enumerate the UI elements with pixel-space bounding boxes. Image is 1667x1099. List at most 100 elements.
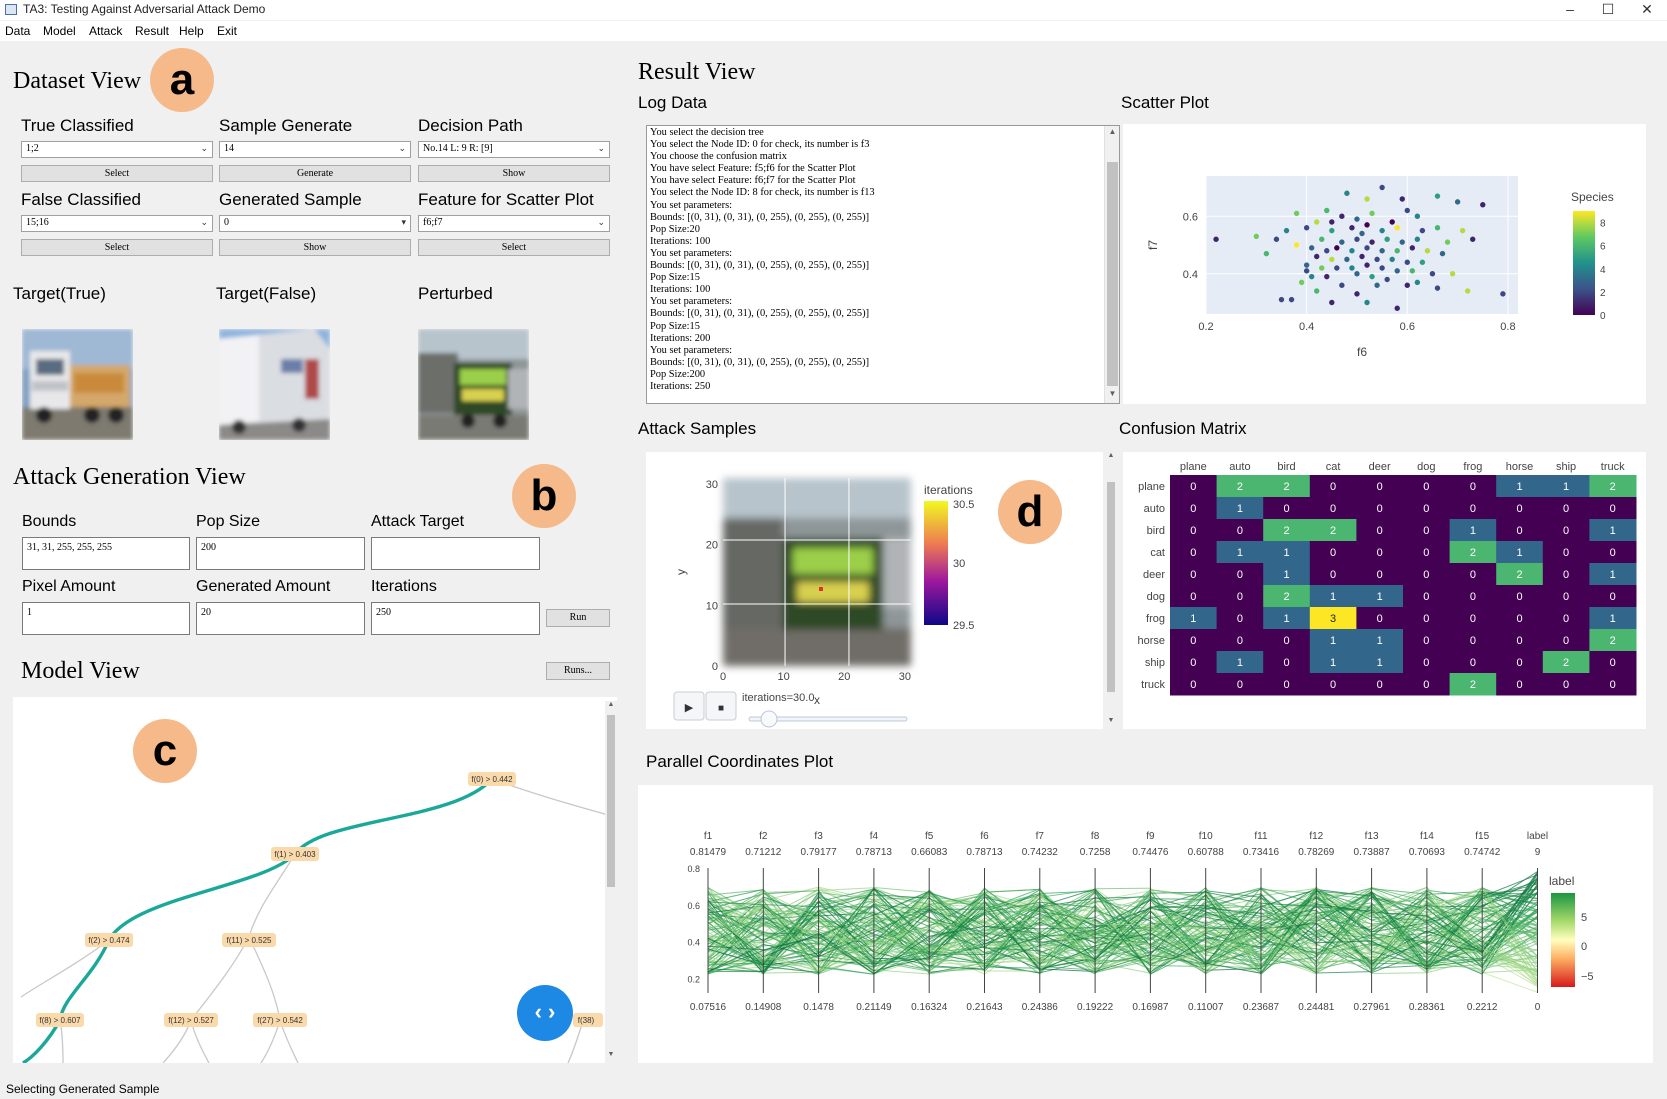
dimension-max: 0.78713 bbox=[856, 847, 893, 858]
scroll-down-icon[interactable]: ▼ bbox=[1105, 389, 1120, 401]
cell-value: 1 bbox=[1610, 613, 1616, 625]
scatter-point bbox=[1349, 265, 1355, 271]
scrollbar-thumb[interactable] bbox=[1107, 482, 1115, 692]
attack-target-label: Attack Target bbox=[371, 513, 465, 530]
scatter-point bbox=[1288, 296, 1295, 303]
cell-value: 0 bbox=[1190, 635, 1196, 647]
attack-target-input[interactable] bbox=[371, 537, 540, 570]
cell-value: 0 bbox=[1237, 591, 1243, 603]
generated-sample-value: 0 bbox=[224, 217, 229, 228]
scatter-point bbox=[1364, 245, 1370, 251]
decision-path-show-button[interactable]: Show bbox=[418, 165, 610, 182]
colorbar bbox=[1551, 893, 1575, 987]
scatter-point bbox=[1354, 271, 1360, 277]
close-icon[interactable]: ✕ bbox=[1627, 0, 1667, 20]
cell-value: 0 bbox=[1377, 613, 1383, 625]
maximize-icon[interactable]: ☐ bbox=[1588, 0, 1628, 20]
dimension-min: 0 bbox=[1535, 1002, 1541, 1013]
scatter-point bbox=[1359, 230, 1365, 237]
run-button[interactable]: Run bbox=[546, 609, 610, 627]
menu-exit[interactable]: Exit bbox=[217, 24, 237, 38]
menu-attack[interactable]: Attack bbox=[89, 24, 122, 38]
sample-generate-combo[interactable]: 14 ⌄ bbox=[219, 141, 411, 158]
cell-value: 0 bbox=[1470, 481, 1476, 493]
menu-data[interactable]: Data bbox=[5, 24, 30, 38]
result-scrollbar[interactable]: ▲ ▼ bbox=[1105, 452, 1117, 729]
tree-node[interactable]: f(27) > 0.542 bbox=[253, 1013, 307, 1027]
cell-value: 1 bbox=[1330, 635, 1336, 647]
generate-button[interactable]: Generate bbox=[219, 165, 411, 182]
tree-node[interactable]: f(1) > 0.403 bbox=[271, 847, 319, 861]
code-toggle-icon[interactable]: ‹ › bbox=[517, 985, 573, 1041]
menu-result[interactable]: Result bbox=[135, 24, 169, 38]
log-line: You select the Node ID: 8 for check, its… bbox=[650, 187, 875, 199]
cell-value: 0 bbox=[1563, 613, 1569, 625]
scrollbar-thumb[interactable] bbox=[607, 715, 615, 887]
feature-scatter-combo[interactable]: f6;f7 ⌄ bbox=[418, 215, 610, 232]
false-classified-combo[interactable]: 15;16 ⌄ bbox=[21, 215, 213, 232]
cell-value: 0 bbox=[1516, 679, 1522, 691]
cell-value: 2 bbox=[1610, 635, 1616, 647]
bounds-input[interactable]: 31, 31, 255, 255, 255 bbox=[22, 537, 190, 570]
scroll-up-icon[interactable]: ▲ bbox=[605, 701, 617, 711]
cell-value: 0 bbox=[1423, 481, 1429, 493]
y-tick-label: 0.4 bbox=[1183, 269, 1198, 281]
scatter-point bbox=[1374, 256, 1380, 263]
scroll-up-icon[interactable]: ▲ bbox=[1105, 127, 1120, 139]
true-classified-value: 1;2 bbox=[26, 143, 39, 154]
dimension-min: 0.2212 bbox=[1467, 1002, 1498, 1013]
tree-node[interactable]: f(38) bbox=[573, 1013, 603, 1027]
axis-tick: 0.6 bbox=[687, 901, 700, 911]
generated-sample-show-button[interactable]: Show bbox=[219, 239, 411, 256]
tree-node[interactable]: f(2) > 0.474 bbox=[85, 933, 133, 947]
log-panel[interactable]: You select the decision tree You select t… bbox=[646, 125, 1120, 404]
feature-scatter-select-button[interactable]: Select bbox=[418, 239, 610, 256]
dimension-max: 0.70693 bbox=[1409, 847, 1446, 858]
tree-node[interactable]: f(11) > 0.525 bbox=[222, 933, 276, 947]
scatter-point bbox=[1449, 271, 1456, 277]
colorbar-tick: 5 bbox=[1581, 912, 1587, 924]
bounds-label: Bounds bbox=[22, 513, 77, 530]
true-classified-select-button[interactable]: Select bbox=[21, 165, 213, 182]
generated-amount-input[interactable]: 20 bbox=[196, 602, 365, 635]
dimension-max: 0.73416 bbox=[1243, 847, 1280, 858]
colorbar-tick: 30 bbox=[953, 558, 965, 570]
scrollbar-thumb[interactable] bbox=[1107, 162, 1118, 386]
minimize-icon[interactable]: – bbox=[1550, 0, 1590, 20]
log-scrollbar[interactable]: ▲ ▼ bbox=[1104, 126, 1119, 403]
scatter-point bbox=[1334, 245, 1340, 251]
scroll-down-icon[interactable]: ▼ bbox=[1105, 717, 1117, 727]
tree-node[interactable]: f(0) > 0.442 bbox=[468, 772, 516, 786]
dimension-max: 0.74742 bbox=[1464, 847, 1501, 858]
cell-value: 2 bbox=[1330, 525, 1336, 537]
scatter-point bbox=[1384, 236, 1390, 242]
pop-size-input[interactable]: 200 bbox=[196, 537, 365, 570]
dimension-max: 0.78713 bbox=[966, 847, 1003, 858]
menu-model[interactable]: Model bbox=[43, 24, 76, 38]
dimension-max: 0.73887 bbox=[1354, 847, 1391, 858]
generated-sample-combo[interactable]: 0 ▾ bbox=[219, 215, 411, 232]
scroll-down-icon[interactable]: ▼ bbox=[605, 1051, 617, 1061]
decision-path-combo[interactable]: No.14 L: 9 R: [9] ⌄ bbox=[418, 141, 610, 158]
dimension-max: 9 bbox=[1535, 847, 1541, 858]
menu-help[interactable]: Help bbox=[179, 24, 204, 38]
true-classified-combo[interactable]: 1;2 ⌄ bbox=[21, 141, 213, 158]
scroll-up-icon[interactable]: ▲ bbox=[1105, 452, 1117, 462]
runs-button[interactable]: Runs... bbox=[546, 662, 610, 680]
false-classified-select-button[interactable]: Select bbox=[21, 239, 213, 256]
dimension-label: f3 bbox=[814, 831, 823, 842]
dimension-min: 0.27961 bbox=[1354, 1002, 1391, 1013]
scatter-point bbox=[1414, 213, 1421, 219]
pixel-amount-input[interactable]: 1 bbox=[22, 602, 190, 635]
log-data-title: Log Data bbox=[638, 93, 707, 112]
iterations-input[interactable]: 250 bbox=[371, 602, 540, 635]
model-scrollbar[interactable]: ▲ ▼ bbox=[605, 701, 617, 1063]
scatter-point bbox=[1349, 248, 1355, 254]
pixel-amount-label: Pixel Amount bbox=[22, 578, 116, 595]
row-label: ship bbox=[1145, 657, 1165, 669]
dimension-min: 0.14908 bbox=[745, 1002, 782, 1013]
scatter-point bbox=[1354, 216, 1360, 222]
tree-node[interactable]: f(12) > 0.527 bbox=[164, 1013, 218, 1027]
tree-node[interactable]: f(8) > 0.607 bbox=[36, 1013, 84, 1027]
scatter-point bbox=[1319, 265, 1325, 271]
